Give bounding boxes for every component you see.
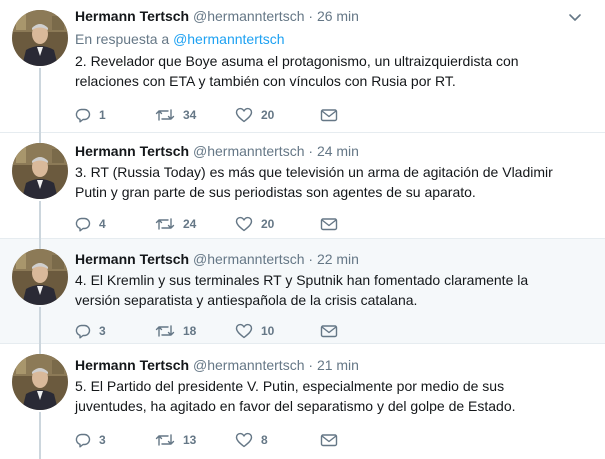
retweet-icon — [155, 109, 175, 121]
retweet-count: 13 — [183, 433, 197, 447]
like-button[interactable]: 20 — [235, 215, 274, 233]
tweet-timestamp[interactable]: 22 min — [317, 251, 359, 267]
chevron-down-icon[interactable] — [567, 9, 583, 25]
avatar[interactable] — [12, 249, 68, 305]
direct-message-button[interactable] — [320, 106, 346, 124]
separator-dot: · — [308, 251, 314, 267]
thread-line — [39, 412, 41, 459]
heart-icon — [235, 432, 253, 448]
reply-button[interactable]: 3 — [75, 431, 106, 449]
like-count: 20 — [261, 217, 275, 231]
tweet-header: Hermann Tertsch @hermanntertsch · 21 min — [75, 356, 359, 374]
separator-dot: · — [308, 357, 314, 373]
tweet-text: 4. El Kremlin y sus terminales RT y Sput… — [75, 272, 529, 308]
like-button[interactable]: 20 — [235, 106, 274, 124]
tweet[interactable]: Hermann Tertsch @hermanntertsch · 26 min… — [0, 0, 605, 133]
like-button[interactable]: 10 — [235, 322, 274, 340]
author-handle[interactable]: @hermanntertsch — [193, 143, 304, 159]
reply-icon — [75, 324, 91, 339]
retweet-icon — [155, 325, 175, 337]
heart-icon — [235, 216, 253, 232]
tweet-text: 5. El Partido del presidente V. Putin, e… — [75, 378, 516, 414]
retweet-count: 18 — [183, 324, 197, 338]
avatar[interactable] — [12, 143, 68, 199]
avatar-photo — [12, 354, 68, 410]
reply-icon — [75, 108, 91, 123]
author-handle[interactable]: @hermanntertsch — [193, 251, 304, 267]
envelope-icon — [320, 434, 338, 447]
reply-count: 3 — [99, 433, 106, 447]
direct-message-button[interactable] — [320, 431, 346, 449]
tweet-timestamp[interactable]: 21 min — [317, 357, 359, 373]
avatar[interactable] — [12, 354, 68, 410]
retweet-button[interactable]: 34 — [155, 106, 196, 124]
like-count: 20 — [261, 108, 275, 122]
retweet-count: 24 — [183, 217, 197, 231]
reply-icon — [75, 433, 91, 448]
tweet-timestamp[interactable]: 24 min — [317, 143, 359, 159]
author-name[interactable]: Hermann Tertsch — [75, 8, 189, 24]
tweet-actions: 1 34 20 — [75, 106, 495, 124]
thread-line — [39, 307, 41, 344]
avatar-photo — [12, 10, 68, 66]
tweet[interactable]: Hermann Tertsch @hermanntertsch · 21 min… — [0, 344, 605, 459]
reply-count: 1 — [99, 108, 106, 122]
envelope-icon — [320, 109, 338, 122]
reply-prefix: En respuesta a — [75, 31, 170, 47]
tweet-text: 3. RT (Russia Today) es más que televisi… — [75, 164, 553, 200]
tweet-actions: 3 18 10 — [75, 322, 495, 340]
envelope-icon — [320, 218, 338, 231]
author-handle[interactable]: @hermanntertsch — [193, 357, 304, 373]
tweet-header: Hermann Tertsch @hermanntertsch · 26 min — [75, 7, 359, 25]
tweet-header: Hermann Tertsch @hermanntertsch · 22 min — [75, 250, 359, 268]
reply-icon — [75, 217, 91, 232]
avatar-photo — [12, 143, 68, 199]
retweet-button[interactable]: 24 — [155, 215, 196, 233]
tweet-actions: 3 13 8 — [75, 431, 495, 449]
reply-count: 3 — [99, 324, 106, 338]
tweet-actions: 4 24 20 — [75, 215, 495, 233]
heart-icon — [235, 107, 253, 123]
author-name[interactable]: Hermann Tertsch — [75, 357, 189, 373]
envelope-icon — [320, 325, 338, 338]
retweet-button[interactable]: 13 — [155, 431, 196, 449]
separator-dot: · — [308, 143, 314, 159]
reply-count: 4 — [99, 217, 106, 231]
reply-button[interactable]: 3 — [75, 322, 106, 340]
retweet-count: 34 — [183, 108, 197, 122]
direct-message-button[interactable] — [320, 215, 346, 233]
tweet-header: Hermann Tertsch @hermanntertsch · 24 min — [75, 142, 359, 160]
reply-context: En respuesta a @hermanntertsch — [75, 30, 285, 48]
reply-button[interactable]: 4 — [75, 215, 106, 233]
avatar-photo — [12, 249, 68, 305]
author-handle[interactable]: @hermanntertsch — [193, 8, 304, 24]
reply-handle-link[interactable]: @hermanntertsch — [173, 31, 284, 47]
tweet[interactable]: Hermann Tertsch @hermanntertsch · 24 min… — [0, 133, 605, 239]
like-button[interactable]: 8 — [235, 431, 268, 449]
tweet-timeline: Hermann Tertsch @hermanntertsch · 26 min… — [0, 0, 605, 459]
thread-line — [39, 344, 41, 354]
avatar[interactable] — [12, 10, 68, 66]
retweet-button[interactable]: 18 — [155, 322, 196, 340]
heart-icon — [235, 323, 253, 339]
separator-dot: · — [308, 8, 314, 24]
author-name[interactable]: Hermann Tertsch — [75, 251, 189, 267]
thread-line — [39, 68, 41, 133]
author-name[interactable]: Hermann Tertsch — [75, 143, 189, 159]
retweet-icon — [155, 218, 175, 230]
tweet[interactable]: Hermann Tertsch @hermanntertsch · 22 min… — [0, 239, 605, 344]
direct-message-button[interactable] — [320, 322, 346, 340]
tweet-text: 2. Revelador que Boye asuma el protagoni… — [75, 53, 519, 89]
retweet-icon — [155, 434, 175, 446]
thread-line — [39, 133, 41, 143]
like-count: 8 — [261, 433, 268, 447]
thread-line — [39, 239, 41, 249]
like-count: 10 — [261, 324, 275, 338]
tweet-timestamp[interactable]: 26 min — [317, 8, 359, 24]
reply-button[interactable]: 1 — [75, 106, 106, 124]
thread-line — [39, 201, 41, 239]
